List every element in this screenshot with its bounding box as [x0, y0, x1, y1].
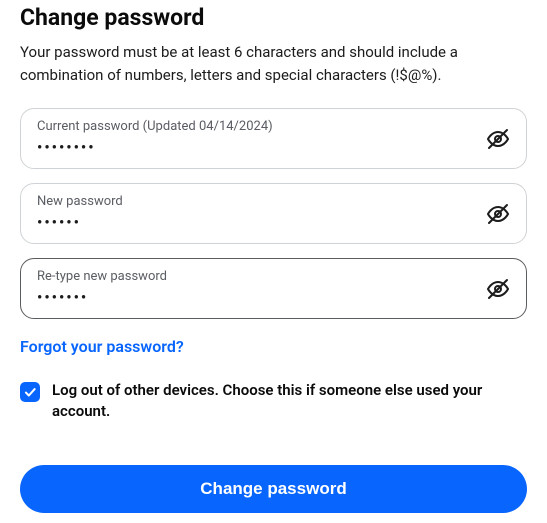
retype-password-field[interactable]: Re-type new password ••••••• [20, 258, 527, 319]
logout-devices-label: Log out of other devices. Choose this if… [52, 380, 527, 422]
forgot-password-link[interactable]: Forgot your password? [20, 337, 184, 356]
current-password-value: •••••••• [37, 138, 510, 156]
change-password-button[interactable]: Change password [20, 465, 527, 513]
retype-password-label: Re-type new password [37, 269, 510, 284]
current-password-label: Current password (Updated 04/14/2024) [37, 119, 510, 134]
new-password-field[interactable]: New password •••••• [20, 183, 527, 244]
eye-slash-icon[interactable] [486, 277, 510, 301]
eye-slash-icon[interactable] [486, 127, 510, 151]
new-password-label: New password [37, 194, 510, 209]
page-subtitle: Your password must be at least 6 charact… [20, 41, 527, 86]
retype-password-value: ••••••• [37, 288, 510, 306]
logout-devices-checkbox[interactable] [20, 382, 40, 402]
new-password-value: •••••• [37, 213, 510, 231]
logout-devices-row: Log out of other devices. Choose this if… [20, 380, 527, 422]
current-password-field[interactable]: Current password (Updated 04/14/2024) ••… [20, 108, 527, 169]
eye-slash-icon[interactable] [486, 202, 510, 226]
page-title: Change password [20, 4, 527, 31]
